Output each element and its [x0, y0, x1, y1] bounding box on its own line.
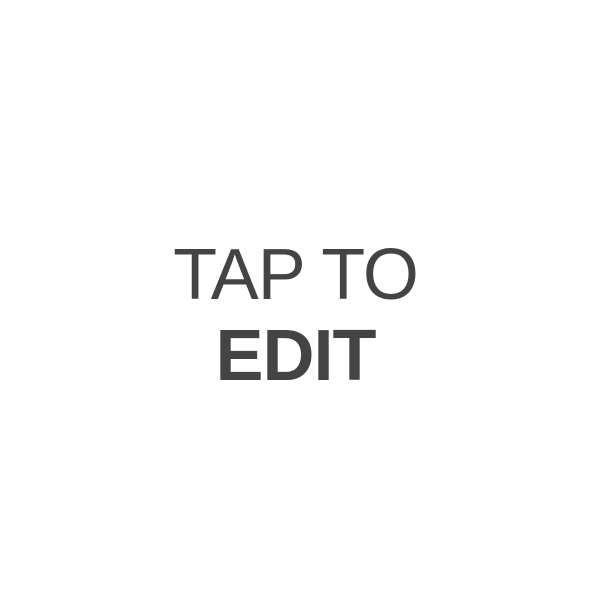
tap-to-label: TAP TO — [173, 235, 419, 315]
canvas: TAP TO EDIT — [0, 0, 591, 591]
edit-label: EDIT — [215, 316, 376, 396]
tap-to-edit-area[interactable]: TAP TO EDIT — [0, 0, 591, 591]
